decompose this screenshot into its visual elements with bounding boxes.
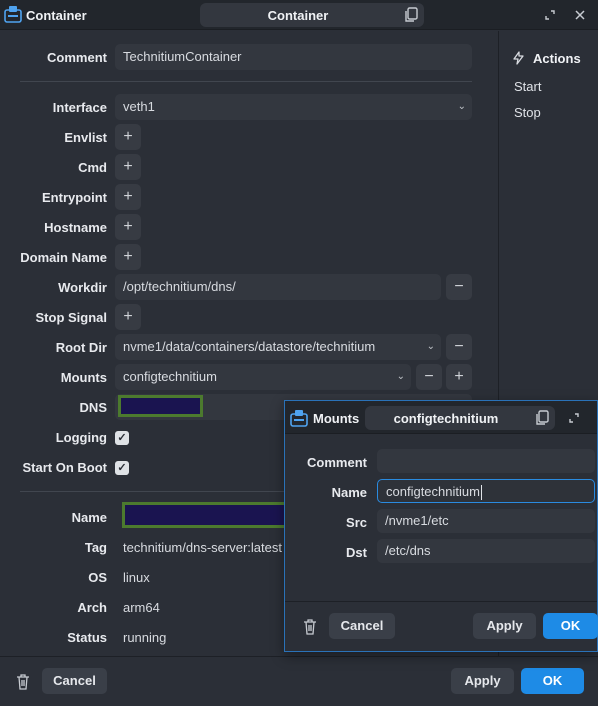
- lightning-icon: [513, 51, 524, 65]
- mount-name-input[interactable]: configtechnitium: [377, 479, 595, 503]
- tag-value: technitium/dns-server:latest: [123, 540, 282, 555]
- copy-icon[interactable]: [535, 410, 549, 426]
- root-dir-label: Root Dir: [55, 340, 107, 355]
- apply-button[interactable]: Apply: [451, 668, 514, 694]
- ok-button[interactable]: OK: [521, 668, 584, 694]
- chevron-down-icon: ⌄: [426, 341, 435, 352]
- window-title: Container: [267, 8, 329, 23]
- domain-name-add-button[interactable]: +: [115, 244, 141, 270]
- mounts-add-button[interactable]: +: [446, 364, 472, 390]
- stop-signal-label: Stop Signal: [35, 310, 108, 325]
- app-title: Container: [26, 8, 87, 23]
- redacted-dns-value: [118, 395, 203, 417]
- envlist-add-button[interactable]: +: [115, 124, 141, 150]
- hostname-add-button[interactable]: +: [115, 214, 141, 240]
- mounts-dialog-title-bar: Mounts configtechnitium: [285, 401, 597, 434]
- mounts-remove-button[interactable]: −: [416, 364, 442, 390]
- mount-dst-input[interactable]: /etc/dns: [377, 539, 595, 563]
- name-label: Name: [71, 510, 107, 525]
- mount-comment-input[interactable]: [377, 449, 595, 473]
- workdir-label: Workdir: [58, 280, 107, 295]
- trash-icon[interactable]: [16, 674, 30, 690]
- mounts-label: Mounts: [60, 370, 107, 385]
- start-on-boot-checkbox[interactable]: ✓: [115, 461, 129, 475]
- interface-select[interactable]: veth1 ⌄: [115, 94, 472, 120]
- comment-input[interactable]: TechnitiumContainer: [115, 44, 472, 70]
- mounts-dialog: Mounts configtechnitium Comment Name con…: [284, 400, 598, 652]
- expand-icon[interactable]: [541, 6, 559, 24]
- check-icon: ✓: [117, 432, 127, 444]
- comment-label: Comment: [47, 50, 107, 65]
- mount-apply-button[interactable]: Apply: [473, 613, 536, 639]
- entrypoint-add-button[interactable]: +: [115, 184, 141, 210]
- trash-icon[interactable]: [303, 619, 317, 635]
- root-dir-remove-button[interactable]: −: [446, 334, 472, 360]
- interface-label: Interface: [52, 100, 107, 115]
- mounts-dialog-separator: [285, 601, 597, 602]
- redacted-name-value: [122, 502, 292, 528]
- chevron-down-icon: ⌄: [396, 371, 405, 382]
- container-app-icon: [4, 6, 22, 23]
- os-label: OS: [88, 570, 107, 585]
- action-stop[interactable]: Stop: [514, 105, 541, 120]
- mounts-dialog-title-pill: configtechnitium: [365, 406, 555, 430]
- cmd-add-button[interactable]: +: [115, 154, 141, 180]
- os-value: linux: [123, 570, 150, 585]
- mounts-dialog-title: Mounts: [313, 411, 360, 426]
- envlist-label: Envlist: [64, 130, 107, 145]
- expand-icon[interactable]: [565, 409, 583, 427]
- status-label: Status: [67, 630, 107, 645]
- mounts-select[interactable]: configtechnitium ⌄: [115, 364, 411, 390]
- start-on-boot-label: Start On Boot: [22, 460, 108, 475]
- copy-icon[interactable]: [404, 7, 418, 23]
- arch-label: Arch: [77, 600, 107, 615]
- cancel-button[interactable]: Cancel: [42, 668, 107, 694]
- workdir-input[interactable]: /opt/technitium/dns/: [115, 274, 441, 300]
- container-app-icon: [290, 410, 308, 427]
- action-start[interactable]: Start: [514, 79, 541, 94]
- text-caret: [480, 485, 482, 501]
- mount-src-input[interactable]: /nvme1/etc: [377, 509, 595, 533]
- mount-ok-button[interactable]: OK: [543, 613, 598, 639]
- title-bar: Container Container: [0, 0, 598, 30]
- actions-title: Actions: [533, 51, 581, 66]
- interface-value: veth1: [123, 99, 155, 114]
- stop-signal-add-button[interactable]: +: [115, 304, 141, 330]
- hostname-label: Hostname: [44, 220, 107, 235]
- workdir-remove-button[interactable]: −: [446, 274, 472, 300]
- status-value: running: [123, 630, 167, 645]
- check-icon: ✓: [117, 462, 127, 474]
- entrypoint-label: Entrypoint: [42, 190, 107, 205]
- logging-label: Logging: [55, 430, 107, 445]
- root-dir-value: nvme1/data/containers/datastore/techniti…: [123, 339, 376, 354]
- tag-label: Tag: [84, 540, 107, 555]
- mount-name-label: Name: [331, 485, 367, 500]
- close-icon[interactable]: [571, 6, 589, 24]
- footer: Cancel Apply OK: [0, 656, 598, 706]
- arch-value: arm64: [123, 600, 160, 615]
- domain-name-label: Domain Name: [20, 250, 107, 265]
- mount-name-value: configtechnitium: [386, 484, 480, 499]
- mounts-dialog-pill-title: configtechnitium: [393, 411, 499, 426]
- root-dir-select[interactable]: nvme1/data/containers/datastore/techniti…: [115, 334, 441, 360]
- chevron-down-icon: ⌄: [457, 101, 466, 112]
- dns-label: DNS: [79, 400, 107, 415]
- window-title-pill: Container: [200, 3, 424, 27]
- container-window: Container Container Comment TechnitiumCo…: [0, 0, 598, 706]
- mounts-value: configtechnitium: [123, 369, 217, 384]
- cmd-label: Cmd: [78, 160, 107, 175]
- mount-src-label: Src: [346, 515, 367, 530]
- mount-comment-label: Comment: [307, 455, 367, 470]
- divider: [20, 81, 472, 82]
- mount-cancel-button[interactable]: Cancel: [329, 613, 395, 639]
- logging-checkbox[interactable]: ✓: [115, 431, 129, 445]
- mount-dst-label: Dst: [346, 545, 367, 560]
